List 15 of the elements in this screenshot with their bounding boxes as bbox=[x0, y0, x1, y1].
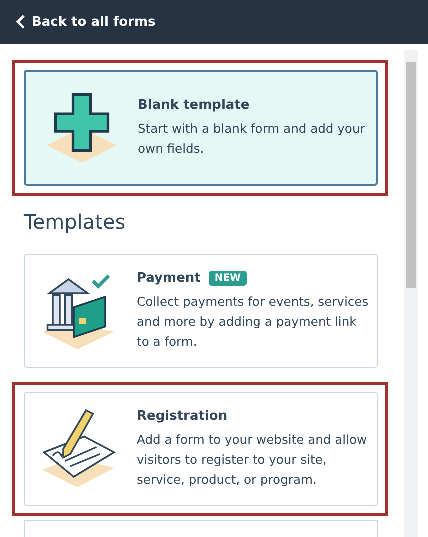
scrollbar[interactable] bbox=[404, 50, 418, 537]
template-card[interactable] bbox=[24, 520, 378, 537]
template-description: Collect payments for events, services and more by adding a payment link to a form. bbox=[137, 294, 369, 350]
template-title: Blank template bbox=[138, 98, 250, 112]
template-card[interactable]: Blank template Start with a blank form and add your own fields. bbox=[24, 70, 378, 186]
template-card[interactable]: Registration Add a form to your website and allow visitors to register to your site, service, product, or program. bbox=[24, 392, 378, 506]
back-link[interactable]: Back to all forms bbox=[16, 14, 156, 30]
new-badge: NEW bbox=[208, 270, 248, 286]
template-card[interactable]: Payment NEW Collect payments for events, services and more by adding a payment link to a form. bbox=[24, 254, 378, 368]
back-chevron-icon bbox=[16, 14, 26, 30]
template-description: Add a form to your website and allow visitors to register to your site, service, product, or program. bbox=[137, 432, 368, 488]
section-heading: Templates bbox=[24, 210, 127, 234]
template-description: Start with a blank form and add your own fields. bbox=[138, 120, 366, 158]
template-title: Registration bbox=[137, 408, 228, 424]
template-title: Payment bbox=[137, 270, 201, 286]
